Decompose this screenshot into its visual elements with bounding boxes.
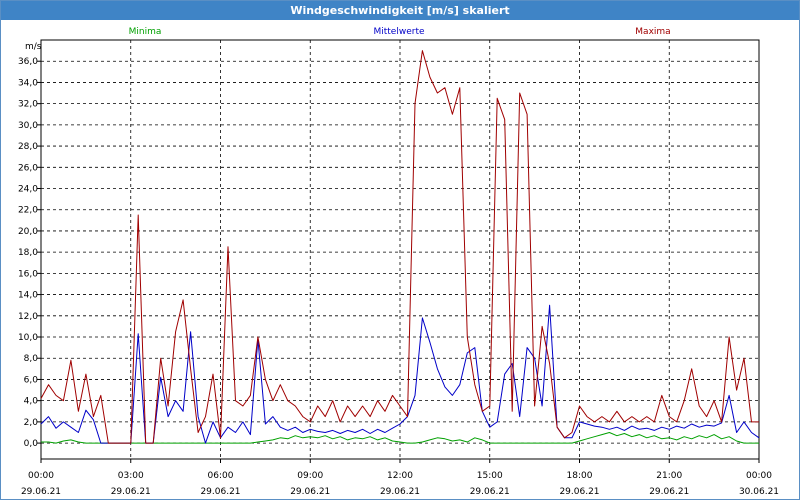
y-tick-label: 32,0	[18, 100, 38, 110]
y-tick-label: 36,0	[18, 57, 38, 67]
y-tick-label: 14,0	[18, 291, 38, 301]
x-tick-time: 00:00	[746, 471, 772, 481]
legend-maxima: Maxima	[635, 27, 670, 37]
x-tick-date: 29.06.21	[21, 487, 61, 497]
x-tick-date: 29.06.21	[380, 487, 420, 497]
y-axis-unit: m/s	[25, 42, 42, 52]
y-tick-label: 10,0	[18, 333, 38, 343]
x-tick-time: 03:00	[118, 471, 144, 481]
y-tick-label: 18,0	[18, 248, 38, 258]
y-tick-label: 26,0	[18, 163, 38, 173]
legend-minima: Minima	[129, 27, 162, 37]
y-tick-label: 16,0	[18, 269, 38, 279]
x-axis-ticks: 00:00 29.06.21 03:00 29.06.21 06:00 29.06.21 0…	[21, 459, 779, 497]
x-tick-date: 29.06.21	[290, 487, 330, 497]
x-tick-time: 21:00	[656, 471, 682, 481]
y-tick-label: 8,0	[24, 354, 39, 364]
y-tick-label: 22,0	[18, 206, 38, 216]
y-tick-label: 4,0	[24, 397, 39, 407]
x-tick-date: 30.06.21	[739, 487, 779, 497]
y-tick-label: 34,0	[18, 78, 38, 88]
y-tick-label: 12,0	[18, 312, 38, 322]
x-tick-time: 00:00	[28, 471, 54, 481]
y-tick-label: 6,0	[24, 375, 39, 385]
x-tick-date: 29.06.21	[470, 487, 510, 497]
y-tick-label: 28,0	[18, 142, 38, 152]
legend-mittelwerte: Mittelwerte	[373, 27, 424, 37]
x-tick-time: 06:00	[208, 471, 234, 481]
x-tick-time: 12:00	[387, 471, 413, 481]
y-tick-label: 30,0	[18, 121, 38, 131]
y-tick-label: 0,0	[24, 439, 39, 449]
x-tick-date: 29.06.21	[559, 487, 599, 497]
x-tick-time: 15:00	[477, 471, 503, 481]
x-tick-date: 29.06.21	[649, 487, 689, 497]
x-tick-date: 29.06.21	[111, 487, 151, 497]
x-tick-time: 18:00	[567, 471, 593, 481]
x-tick-time: 09:00	[297, 471, 323, 481]
wind-speed-chart: 0,0 2,0 4,0 6,0 8,0 10,0 12,0 14,0 16,0 18,0 20,0 2…	[18, 27, 779, 497]
y-tick-label: 2,0	[24, 418, 39, 428]
x-tick-date: 29.06.21	[200, 487, 240, 497]
y-axis-ticks: 0,0 2,0 4,0 6,0 8,0 10,0 12,0 14,0 16,0 18,0 20,0 2…	[18, 57, 41, 449]
y-tick-label: 24,0	[18, 185, 38, 195]
chart-window: Windgeschwindigkeit [m/s] skaliert 0,0 2,…	[0, 0, 800, 500]
y-tick-label: 20,0	[18, 227, 38, 237]
